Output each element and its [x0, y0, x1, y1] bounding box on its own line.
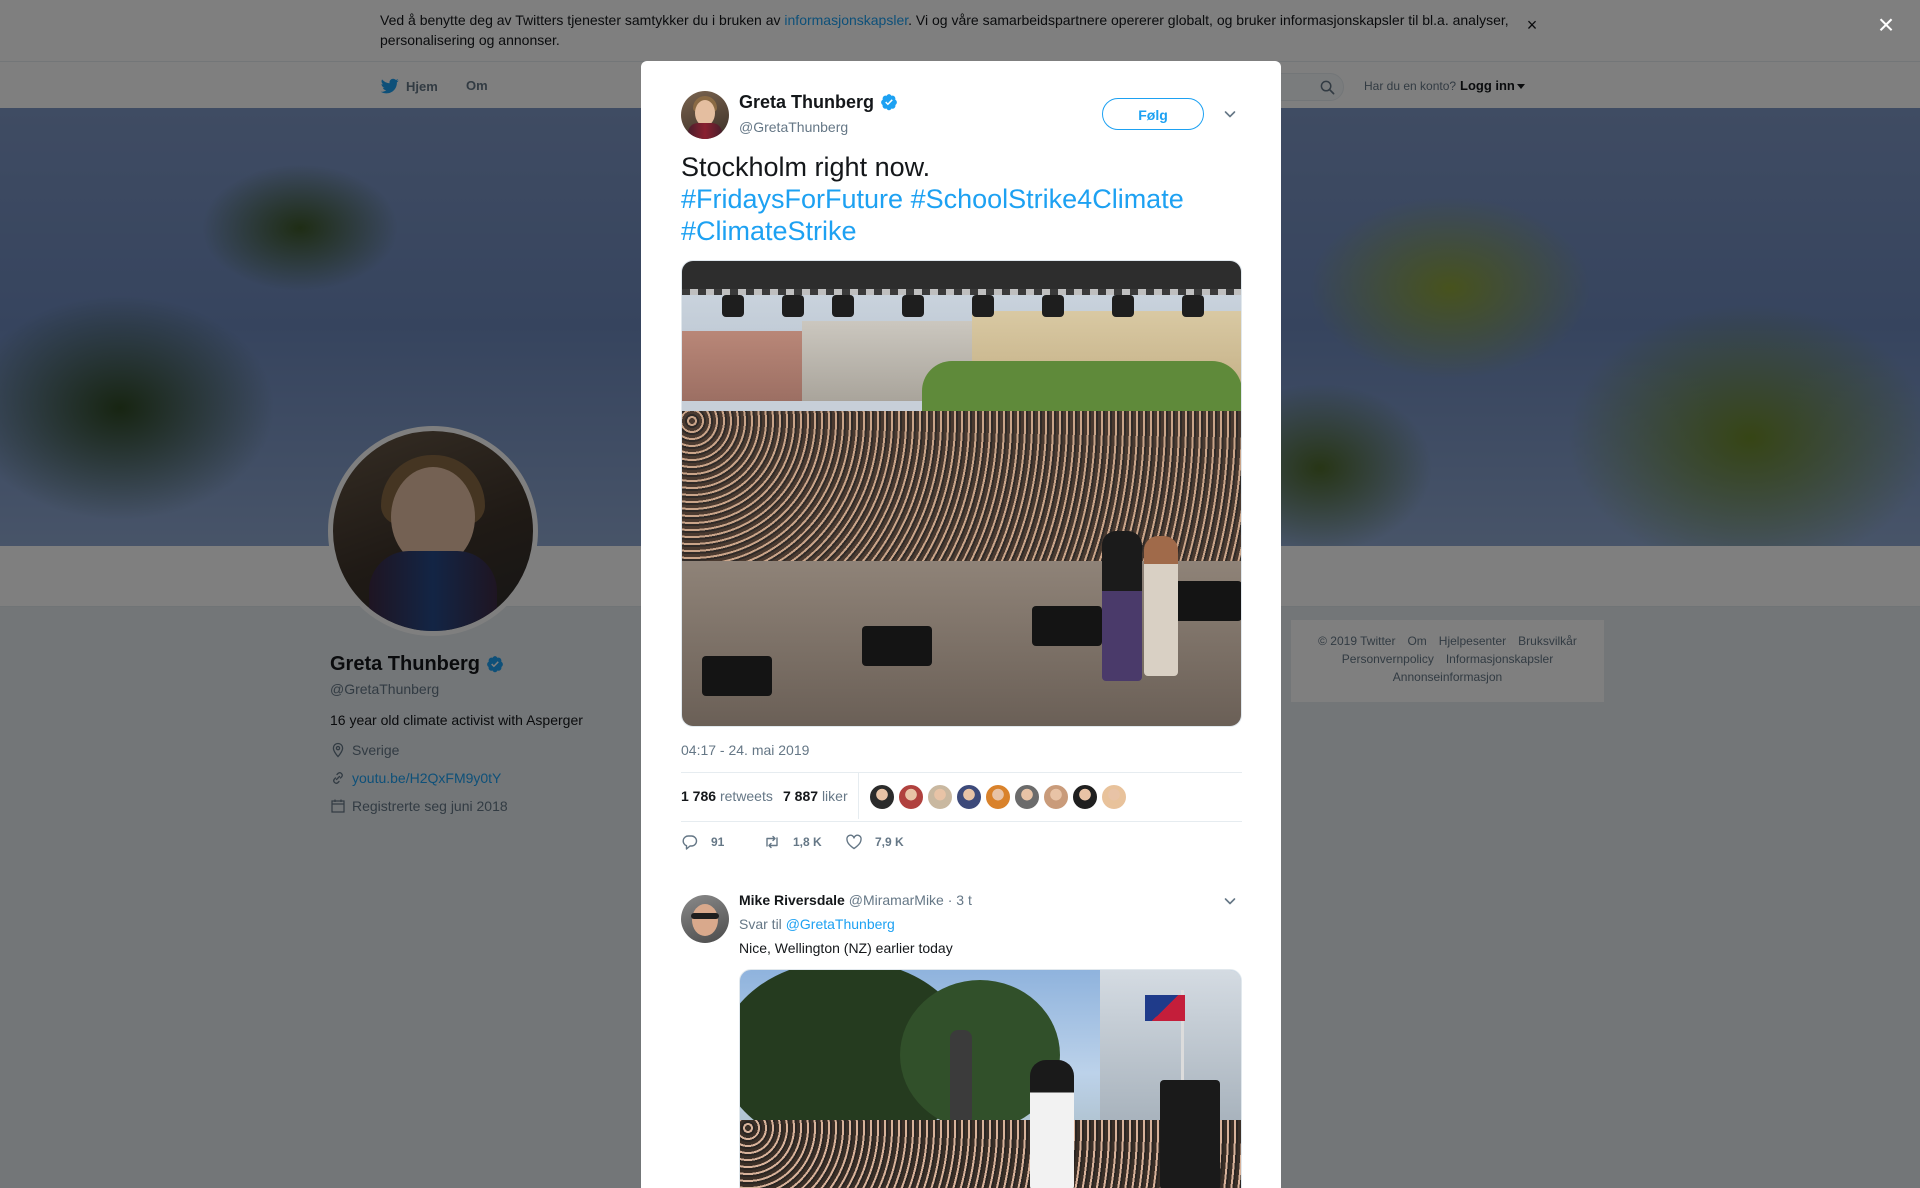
- likes-count: 7 887: [783, 788, 819, 804]
- hashtag-link[interactable]: #FridaysForFuture: [681, 184, 903, 214]
- reply-header: Mike Riversdale @MiramarMike · 3 t: [739, 890, 972, 910]
- liker-avatar[interactable]: [927, 784, 953, 810]
- hashtag-link[interactable]: #ClimateStrike: [681, 216, 857, 246]
- likes-stat[interactable]: 7 887 liker: [783, 786, 848, 806]
- retweet-count: 1,8 K: [793, 835, 822, 849]
- like-count: 7,9 K: [875, 835, 904, 849]
- photo-building: [682, 331, 802, 401]
- photo-stage-light: [832, 295, 854, 317]
- like-button[interactable]: 7,9 K: [845, 833, 927, 851]
- photo-stage-light: [1112, 295, 1134, 317]
- follow-button[interactable]: Følg: [1102, 98, 1204, 130]
- photo-stage-truss: [682, 261, 1241, 291]
- photo-person: [1102, 531, 1142, 681]
- photo-stage-truss: [682, 289, 1241, 295]
- photo-speaker: [1032, 606, 1102, 646]
- likes-label: liker: [821, 788, 848, 804]
- liker-avatars: [869, 784, 1127, 810]
- reply-icon: [682, 835, 698, 850]
- photo-stage-light: [1042, 295, 1064, 317]
- tweet-text: Stockholm right now. #FridaysForFuture #…: [681, 151, 1241, 247]
- tweet-author-avatar[interactable]: [681, 91, 729, 139]
- retweets-count: 1 786: [681, 788, 717, 804]
- reply-time[interactable]: · 3 t: [948, 892, 972, 908]
- reply-photo[interactable]: [739, 969, 1242, 1188]
- photo-person: [1144, 536, 1178, 676]
- liker-avatar[interactable]: [1014, 784, 1040, 810]
- reply-author-name[interactable]: Mike Riversdale: [739, 892, 845, 908]
- reply-text: Nice, Wellington (NZ) earlier today: [739, 940, 953, 956]
- avatar-face: [692, 904, 718, 936]
- retweet-button[interactable]: 1,8 K: [763, 833, 845, 851]
- reply-to-mention[interactable]: @GretaThunberg: [786, 916, 895, 932]
- photo-speaker: [1172, 581, 1241, 621]
- tweet-author-handle[interactable]: @GretaThunberg: [739, 117, 848, 137]
- photo-person: [1030, 1060, 1074, 1188]
- photo-stage-light: [782, 295, 804, 317]
- retweet-icon: [766, 835, 778, 849]
- reply-author-avatar[interactable]: [681, 895, 729, 943]
- photo-flag: [1145, 995, 1185, 1021]
- chevron-down-icon[interactable]: [1223, 107, 1237, 121]
- verified-badge-icon: [881, 94, 897, 111]
- avatar-jacket: [688, 123, 722, 139]
- tweet-actions: 91 1,8 K 7,9 K: [681, 832, 927, 852]
- reply-author-handle[interactable]: @MiramarMike: [849, 892, 944, 908]
- reply-to-label: Svar til: [739, 916, 782, 932]
- tweet-stats: 1 786 retweets 7 887 liker: [681, 772, 1242, 822]
- liker-avatar[interactable]: [956, 784, 982, 810]
- liker-avatar[interactable]: [1043, 784, 1069, 810]
- tweet-modal: Greta Thunberg @GretaThunberg Følg Stock…: [641, 61, 1281, 1188]
- liker-avatar[interactable]: [1072, 784, 1098, 810]
- avatar-glasses: [691, 913, 719, 919]
- photo-statue: [950, 1030, 972, 1120]
- liker-avatar[interactable]: [898, 784, 924, 810]
- photo-stage-light: [722, 295, 744, 317]
- retweets-stat[interactable]: 1 786 retweets: [681, 786, 773, 806]
- tweet-body-text: Stockholm right now.: [681, 152, 931, 182]
- chevron-down-icon[interactable]: [1223, 894, 1237, 908]
- photo-speaker: [1160, 1080, 1220, 1188]
- photo-speaker: [862, 626, 932, 666]
- tweet-photo[interactable]: [681, 260, 1242, 727]
- liker-avatar[interactable]: [985, 784, 1011, 810]
- reply-to-line: Svar til @GretaThunberg: [739, 914, 895, 934]
- tweet-author-name[interactable]: Greta Thunberg: [739, 91, 898, 113]
- stats-divider: [858, 773, 859, 819]
- photo-speaker: [702, 656, 772, 696]
- tweet-timestamp[interactable]: 04:17 - 24. mai 2019: [681, 740, 809, 760]
- tweet-author-name-text: Greta Thunberg: [739, 92, 875, 112]
- overlay-close-button[interactable]: ×: [1873, 11, 1899, 39]
- photo-stage-light: [1182, 295, 1204, 317]
- photo-stage-light: [902, 295, 924, 317]
- retweets-label: retweets: [719, 788, 773, 804]
- hashtag-link[interactable]: #SchoolStrike4Climate: [911, 184, 1184, 214]
- photo-stage-light: [972, 295, 994, 317]
- reply-count: 91: [711, 835, 725, 849]
- heart-icon: [846, 834, 862, 850]
- reply-button[interactable]: 91: [681, 833, 763, 851]
- liker-avatar[interactable]: [869, 784, 895, 810]
- liker-avatar[interactable]: [1101, 784, 1127, 810]
